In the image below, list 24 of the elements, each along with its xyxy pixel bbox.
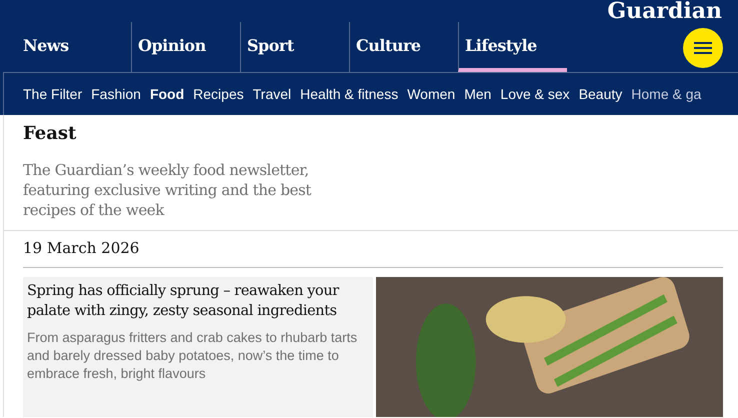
pillar-link[interactable]: Sport	[240, 22, 349, 72]
pillar-link[interactable]: Opinion	[131, 22, 240, 72]
subnav-link[interactable]: Men	[464, 86, 492, 102]
subnav-link[interactable]: Women	[407, 86, 456, 102]
subnav-link[interactable]: Health & fitness	[300, 86, 398, 102]
subnav-link[interactable]: Love & sex	[500, 86, 570, 102]
section-title: Feast	[23, 123, 78, 144]
pillar-link[interactable]: News	[0, 22, 131, 72]
article-standfirst: From asparagus fritters and crab cakes to rhubarb tarts and barely dressed baby potatoes, now’s the time to embrace fresh, bright flavours	[27, 329, 358, 383]
logo[interactable]: Guardian	[607, 0, 722, 22]
menu-icon	[693, 41, 713, 55]
menu-button[interactable]	[683, 28, 723, 68]
pillar-link[interactable]: Culture	[349, 22, 458, 72]
subnav-link[interactable]: Home & ga	[631, 86, 702, 102]
subnav-link[interactable]: Beauty	[578, 86, 622, 102]
subnav-link[interactable]: Food	[150, 86, 184, 102]
issue-date: 19 March 2026	[4, 230, 738, 267]
pillar-link[interactable]: Lifestyle	[458, 22, 567, 72]
subnav-link[interactable]: Fashion	[91, 86, 141, 102]
article-headline[interactable]: Spring has officially sprung – reawaken your palate with zingy, zesty seasonal ingredients	[27, 281, 368, 321]
subnav-link[interactable]: Travel	[252, 86, 292, 102]
section-description: The Guardian’s weekly food newsletter, featuring exclusive writing and the best recipes of the week	[23, 160, 312, 221]
subnav-link[interactable]: Recipes	[193, 86, 244, 102]
subnav-link[interactable]: The Filter	[23, 86, 82, 102]
